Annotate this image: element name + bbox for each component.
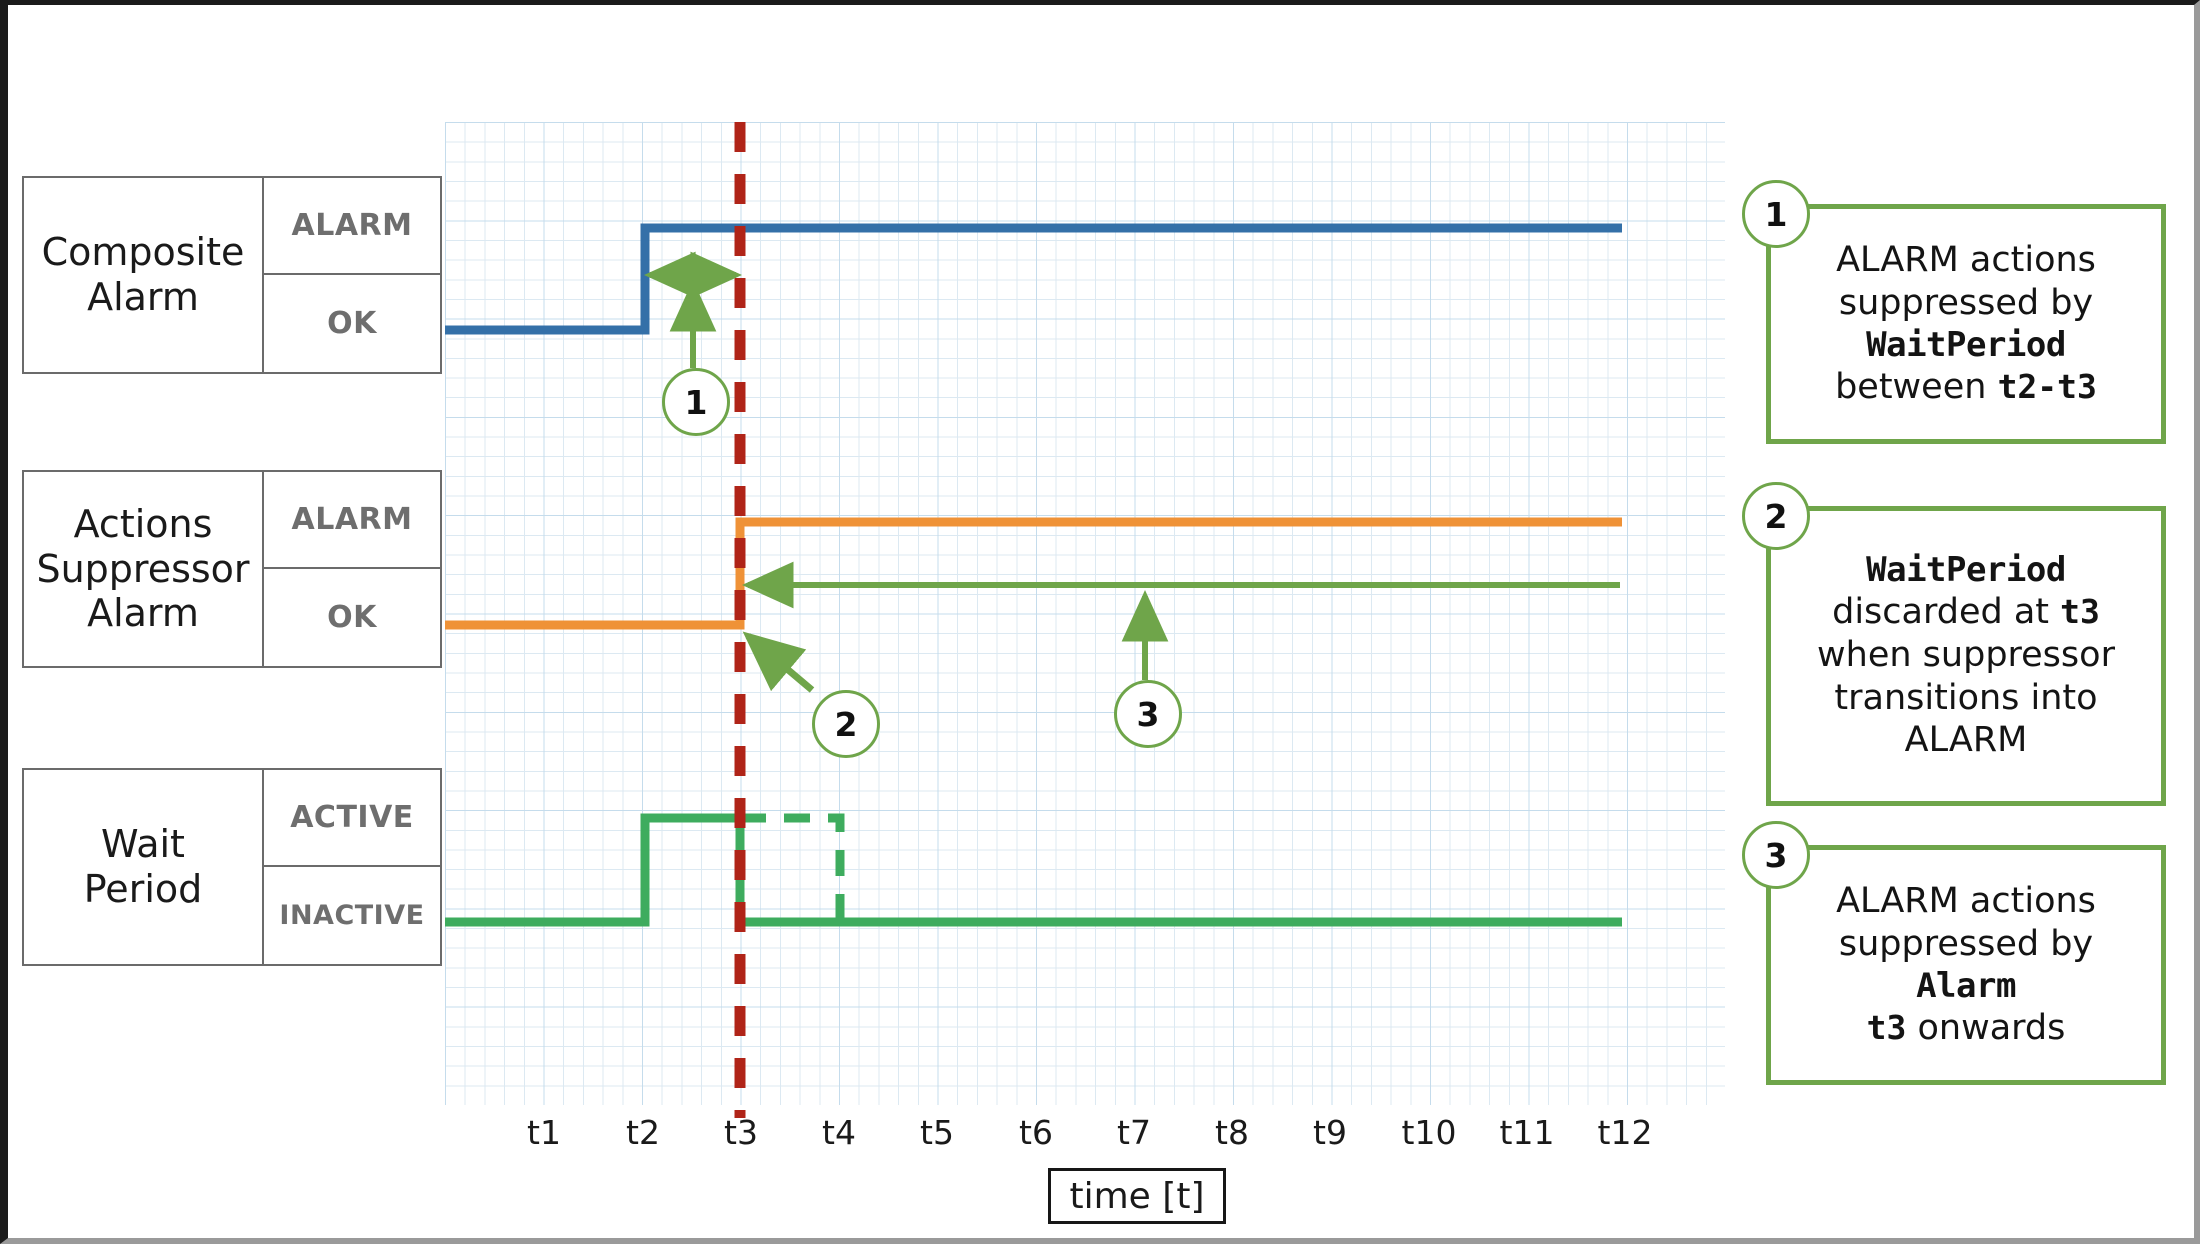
callout-2: WaitPeriod discarded at t3 when suppress… — [1766, 506, 2166, 806]
callout-2-line-2-prefix: discarded at — [1832, 592, 2061, 633]
callout-1-badge[interactable]: 1 — [1742, 180, 1810, 248]
state-high-label: ACTIVE — [264, 770, 440, 867]
signal-name-wait-period: Wait Period — [24, 770, 264, 964]
state-low-label: OK — [327, 600, 377, 635]
signal-states-wait-period: ACTIVE INACTIVE — [264, 770, 440, 964]
state-high-label: ALARM — [264, 472, 440, 569]
x-tick-t11: t11 — [1499, 1113, 1555, 1152]
callout-1-line-4: between t2-t3 — [1835, 366, 2097, 409]
callout-2-line-1: WaitPeriod — [1866, 549, 2066, 590]
state-low-label: OK — [327, 306, 377, 341]
signal-name-line: Suppressor — [36, 546, 250, 591]
callout-2-badge[interactable]: 2 — [1742, 482, 1810, 550]
signal-name-line: Period — [83, 867, 203, 911]
signal-name-line: Alarm — [87, 591, 199, 636]
callout-1: ALARM actions suppressed by WaitPeriod b… — [1766, 204, 2166, 444]
x-tick-t10: t10 — [1401, 1113, 1457, 1152]
x-tick-t2: t2 — [626, 1113, 660, 1152]
x-tick-t9: t9 — [1313, 1113, 1347, 1152]
axis-title-box: time [t] — [1048, 1168, 1226, 1224]
signal-label-wait-period: Wait Period ACTIVE INACTIVE — [22, 768, 442, 966]
x-tick-t8: t8 — [1215, 1113, 1249, 1152]
plot-major-gridlines — [445, 122, 1725, 1105]
chart-marker-1[interactable]: 1 — [662, 368, 730, 436]
x-tick-t6: t6 — [1019, 1113, 1053, 1152]
state-high-label: ALARM — [264, 178, 440, 275]
signal-name-line: Composite — [41, 230, 245, 275]
callout-2-line-3: when suppressor — [1817, 635, 2115, 676]
callout-2-line-2-mono: t3 — [2060, 592, 2100, 632]
signal-name-composite-alarm: Composite Alarm — [24, 178, 264, 372]
callout-1-line-1: ALARM actions — [1836, 240, 2096, 281]
callout-2-line-4: transitions into — [1834, 677, 2098, 718]
callout-3-badge[interactable]: 3 — [1742, 821, 1810, 889]
chart-marker-3[interactable]: 3 — [1114, 680, 1182, 748]
signal-label-composite-alarm: Composite Alarm ALARM OK — [22, 176, 442, 374]
signal-name-line: Actions — [73, 501, 213, 546]
callout-1-line-2: suppressed by — [1838, 282, 2094, 323]
diagram-canvas: Composite Alarm ALARM OK Actions Suppres… — [0, 0, 2200, 1244]
x-tick-t4: t4 — [822, 1113, 856, 1152]
signal-states-composite-alarm: ALARM OK — [264, 178, 440, 372]
axis-title-label: time [t] — [1069, 1175, 1205, 1217]
chart-marker-2[interactable]: 2 — [812, 690, 880, 758]
signal-states-actions-suppressor-alarm: ALARM OK — [264, 472, 440, 666]
plot-grid-area — [445, 122, 1725, 1105]
signal-name-actions-suppressor-alarm: Actions Suppressor Alarm — [24, 472, 264, 666]
callout-3-line-4: t3 onwards — [1867, 1007, 2066, 1050]
callout-1-line-4-mono: t2-t3 — [1997, 367, 2097, 407]
signal-name-line: Alarm — [87, 275, 199, 319]
callout-3-line-3: Alarm — [1916, 965, 2016, 1006]
callout-3-line-1: ALARM actions — [1836, 881, 2096, 922]
x-tick-t3: t3 — [724, 1113, 758, 1152]
callout-3-line-4-mono: t3 — [1866, 1008, 1907, 1048]
callout-2-line-2: discarded at t3 — [1832, 591, 2100, 634]
signal-label-actions-suppressor-alarm: Actions Suppressor Alarm ALARM OK — [22, 470, 442, 668]
callout-1-line-3: WaitPeriod — [1866, 324, 2066, 365]
x-tick-t1: t1 — [527, 1113, 561, 1152]
x-tick-t12: t12 — [1597, 1113, 1653, 1152]
callout-3-line-2: suppressed by — [1838, 923, 2094, 964]
x-tick-t7: t7 — [1117, 1113, 1151, 1152]
callout-2-line-5: ALARM — [1904, 720, 2028, 761]
x-tick-t5: t5 — [920, 1113, 954, 1152]
callout-3-line-4-suffix: onwards — [1906, 1008, 2066, 1049]
signal-name-line: Wait — [101, 822, 185, 867]
state-low-label: INACTIVE — [279, 900, 425, 931]
callout-3: ALARM actions suppressed by Alarm t3 onw… — [1766, 845, 2166, 1085]
callout-1-line-4-prefix: between — [1835, 367, 1998, 408]
